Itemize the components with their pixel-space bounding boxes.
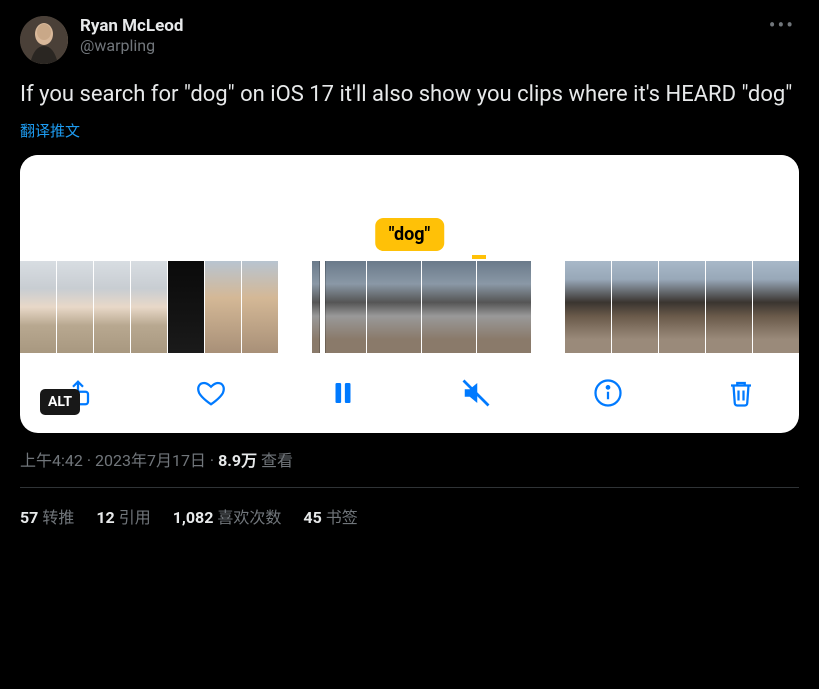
clip-2 xyxy=(312,261,531,353)
thumbnail xyxy=(242,261,278,353)
thumbnail xyxy=(422,261,476,353)
thumbnail xyxy=(20,261,56,353)
tweet-date[interactable]: 2023年7月17日 xyxy=(95,451,206,470)
thumbnail xyxy=(94,261,130,353)
avatar[interactable] xyxy=(20,16,68,64)
thumbnail xyxy=(659,261,705,353)
likes-stat[interactable]: 1,082喜欢次数 xyxy=(173,504,282,528)
mute-icon[interactable] xyxy=(458,375,494,411)
tweet-header: Ryan McLeod @warpling ••• xyxy=(20,16,799,64)
thumbnail xyxy=(131,261,167,353)
alt-badge[interactable]: ALT xyxy=(40,389,80,415)
playhead[interactable] xyxy=(320,261,325,353)
tweet-stats: 57转推 12引用 1,082喜欢次数 45书签 xyxy=(20,488,799,528)
thumbnail xyxy=(706,261,752,353)
views-count: 8.9万 xyxy=(218,451,257,470)
clip-1 xyxy=(20,261,278,353)
tag-tick xyxy=(472,255,486,259)
pause-icon[interactable] xyxy=(325,375,361,411)
thumbnail xyxy=(753,261,799,353)
tweet-time[interactable]: 上午4:42 xyxy=(20,451,83,470)
display-name: Ryan McLeod xyxy=(80,16,765,36)
media-card[interactable]: "dog" xyxy=(20,155,799,433)
thumbnail xyxy=(57,261,93,353)
user-info[interactable]: Ryan McLeod @warpling xyxy=(80,16,765,56)
trash-icon[interactable] xyxy=(723,375,759,411)
filmstrip xyxy=(20,261,799,353)
thumbnail xyxy=(205,261,241,353)
more-icon[interactable]: ••• xyxy=(765,16,799,34)
tweet-text: If you search for "dog" on iOS 17 it'll … xyxy=(20,80,799,110)
translate-link[interactable]: 翻译推文 xyxy=(20,120,80,141)
thumbnail xyxy=(612,261,658,353)
thumbnail xyxy=(565,261,611,353)
tweet-meta: 上午4:42 · 2023年7月17日 · 8.9万 查看 xyxy=(20,447,799,488)
thumbnail xyxy=(367,261,421,353)
media-top: "dog" xyxy=(20,155,799,261)
search-tag: "dog" xyxy=(375,218,445,251)
clip-3 xyxy=(565,261,799,353)
thumbnail xyxy=(477,261,531,353)
tweet-container: Ryan McLeod @warpling ••• If you search … xyxy=(0,0,819,544)
info-icon[interactable] xyxy=(590,375,626,411)
thumbnail xyxy=(168,261,204,353)
bookmarks-stat[interactable]: 45书签 xyxy=(303,504,357,528)
user-handle: @warpling xyxy=(80,36,765,55)
retweets-stat[interactable]: 57转推 xyxy=(20,504,74,528)
quotes-stat[interactable]: 12引用 xyxy=(96,504,150,528)
media-toolbar xyxy=(20,353,799,417)
views-label: 查看 xyxy=(261,451,293,470)
heart-icon[interactable] xyxy=(193,375,229,411)
